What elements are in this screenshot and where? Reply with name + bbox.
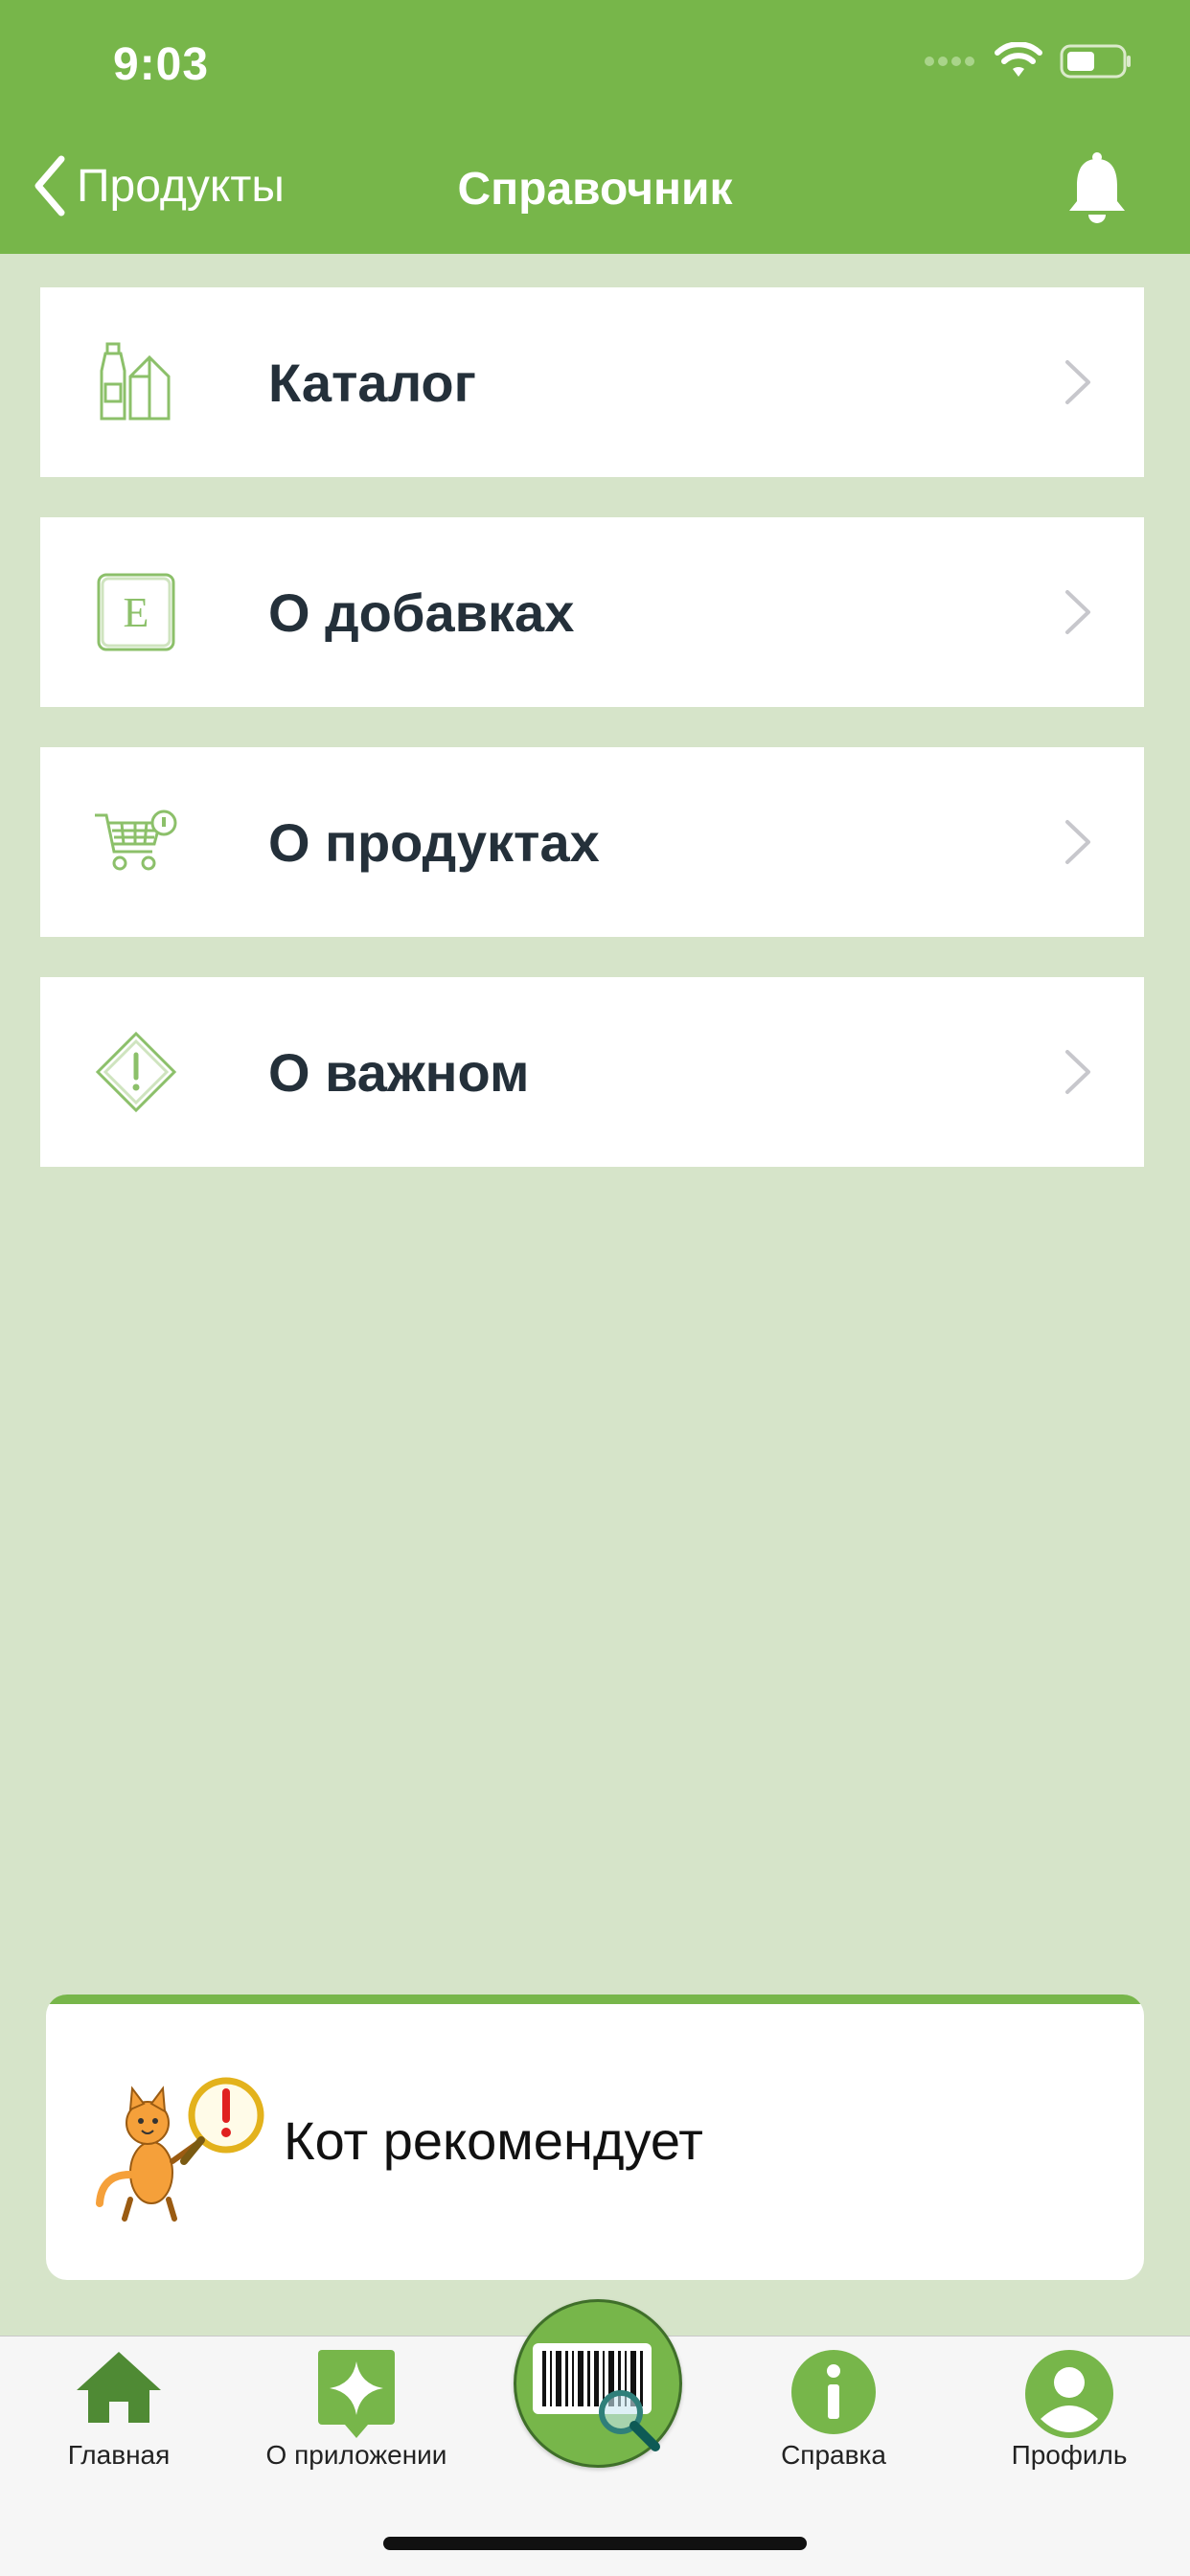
tab-about-app[interactable]: О приложении [241,2337,471,2499]
scan-barcode-button[interactable] [514,2299,682,2468]
chevron-right-icon [1065,590,1090,634]
menu-item-important[interactable]: О важном [40,977,1144,1167]
info-icon [791,2350,876,2434]
app-star-icon [318,2350,395,2438]
tab-label: О приложении [265,2440,447,2470]
page-title: Справочник [457,164,733,215]
barcode-scan-icon [533,2343,660,2451]
wifi-icon [995,42,1042,77]
cat-with-magnifier-icon [96,2077,264,2222]
menu-item-additives[interactable]: E О добавках [40,517,1144,707]
cart-info-icon [88,794,184,890]
cat-recommends-card[interactable]: Кот рекомендует [46,1995,1144,2280]
tab-help[interactable]: Справка [757,2337,910,2499]
back-button-label: Продукты [77,160,285,212]
signal-icon [925,57,974,66]
menu-item-label: О добавках [268,581,575,643]
chevron-left-icon [34,155,65,217]
warning-diamond-icon [88,1024,184,1120]
status-time: 9:03 [113,39,210,90]
menu-item-label: Каталог [268,352,476,413]
tab-profile[interactable]: Профиль [993,2337,1146,2499]
bell-icon [1069,152,1125,223]
e-additive-icon: E [88,564,184,660]
svg-text:E: E [124,589,149,636]
tab-label: Главная [67,2440,171,2470]
chevron-right-icon [1065,360,1090,404]
battery-icon [1060,44,1131,79]
catalog-bottles-icon [88,334,184,430]
menu-list: Каталог E О добавках О продуктах О важно… [40,287,1144,1207]
home-indicator [383,2537,807,2550]
notifications-button[interactable] [1065,151,1129,229]
chevron-right-icon [1065,1050,1090,1094]
status-icons [924,42,1133,80]
cat-recommends-label: Кот рекомендует [284,2110,703,2171]
back-button[interactable]: Продукты [33,155,285,217]
menu-item-label: О важном [268,1041,530,1103]
header: 9:03 Продукты Справочник [0,0,1190,254]
home-icon [77,2352,161,2423]
menu-item-catalog[interactable]: Каталог [40,287,1144,477]
tab-label: Профиль [1011,2440,1128,2470]
menu-item-products[interactable]: О продуктах [40,747,1144,937]
profile-icon [1025,2350,1113,2438]
tab-home[interactable]: Главная [42,2337,195,2499]
card-accent-bar [46,1995,1144,2004]
tab-label: Справка [781,2440,886,2470]
chevron-right-icon [1065,820,1090,864]
menu-item-label: О продуктах [268,811,600,873]
